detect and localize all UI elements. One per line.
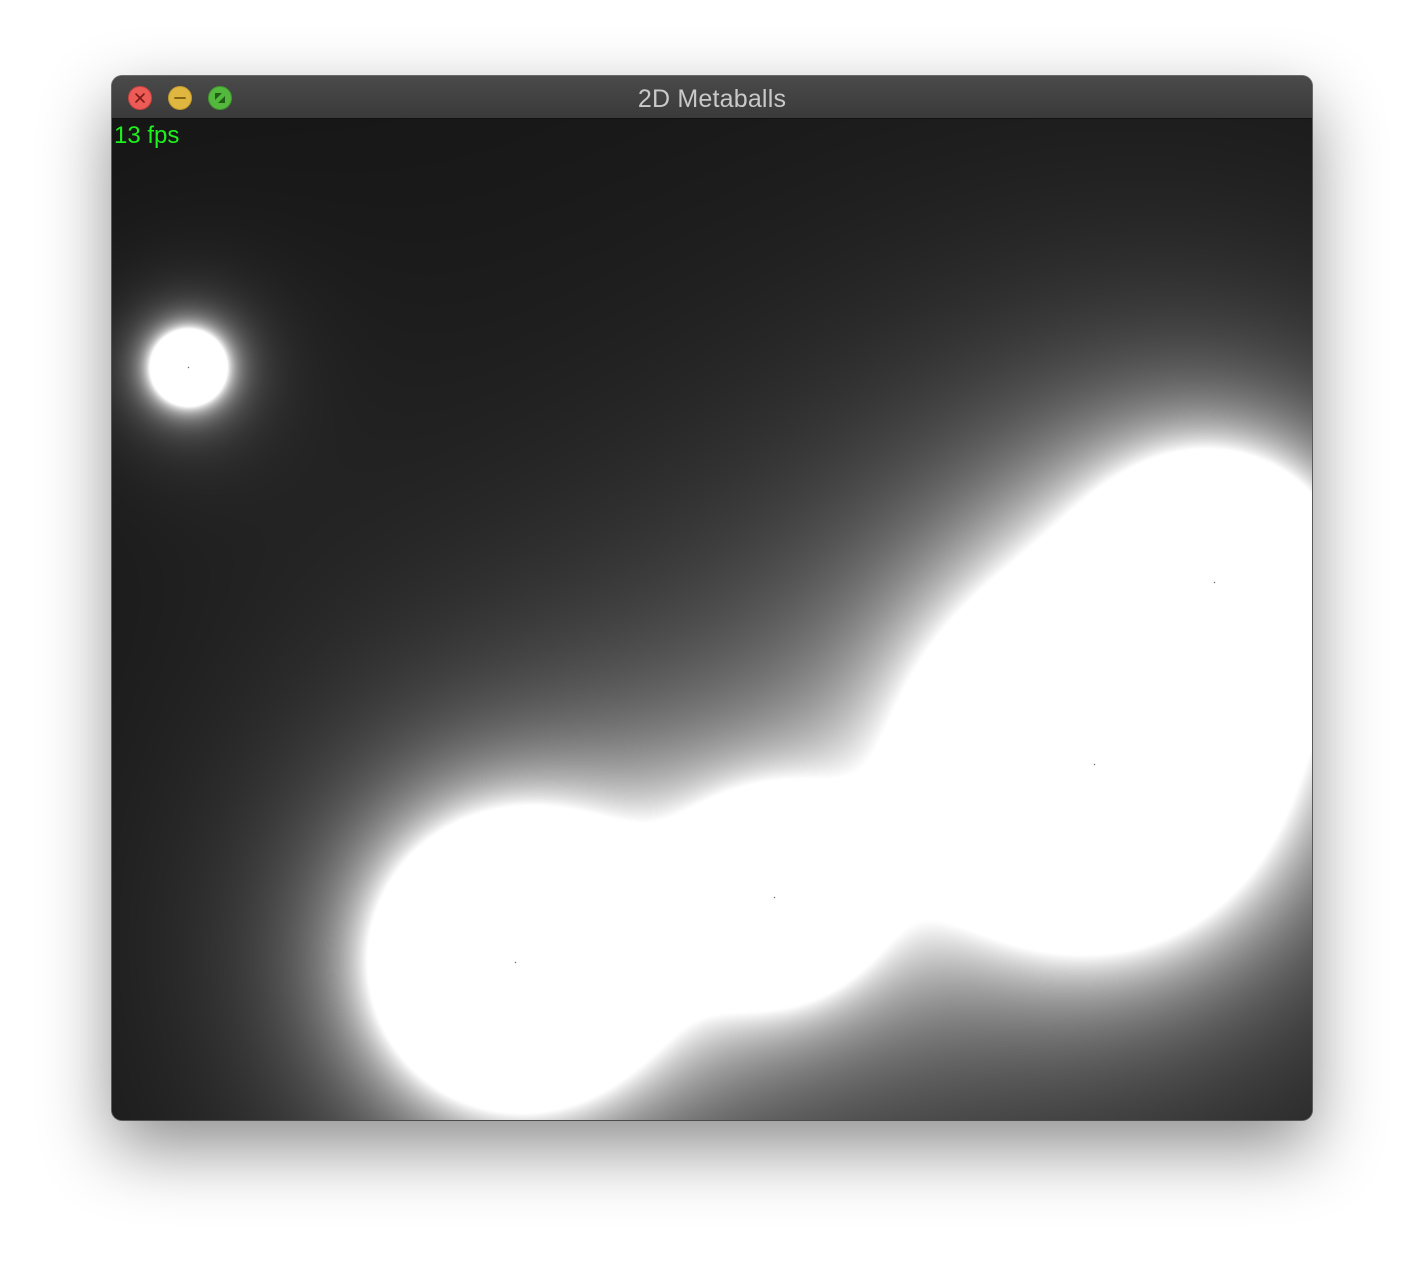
app-window: 2D Metaballs 13 fps [112, 76, 1312, 1120]
fps-counter: 13 fps [114, 122, 180, 149]
render-canvas-area[interactable]: 13 fps [112, 119, 1312, 1120]
metaball-canvas[interactable] [112, 119, 1312, 1120]
title-bar[interactable]: 2D Metaballs [112, 76, 1312, 119]
window-title: 2D Metaballs [637, 85, 787, 113]
